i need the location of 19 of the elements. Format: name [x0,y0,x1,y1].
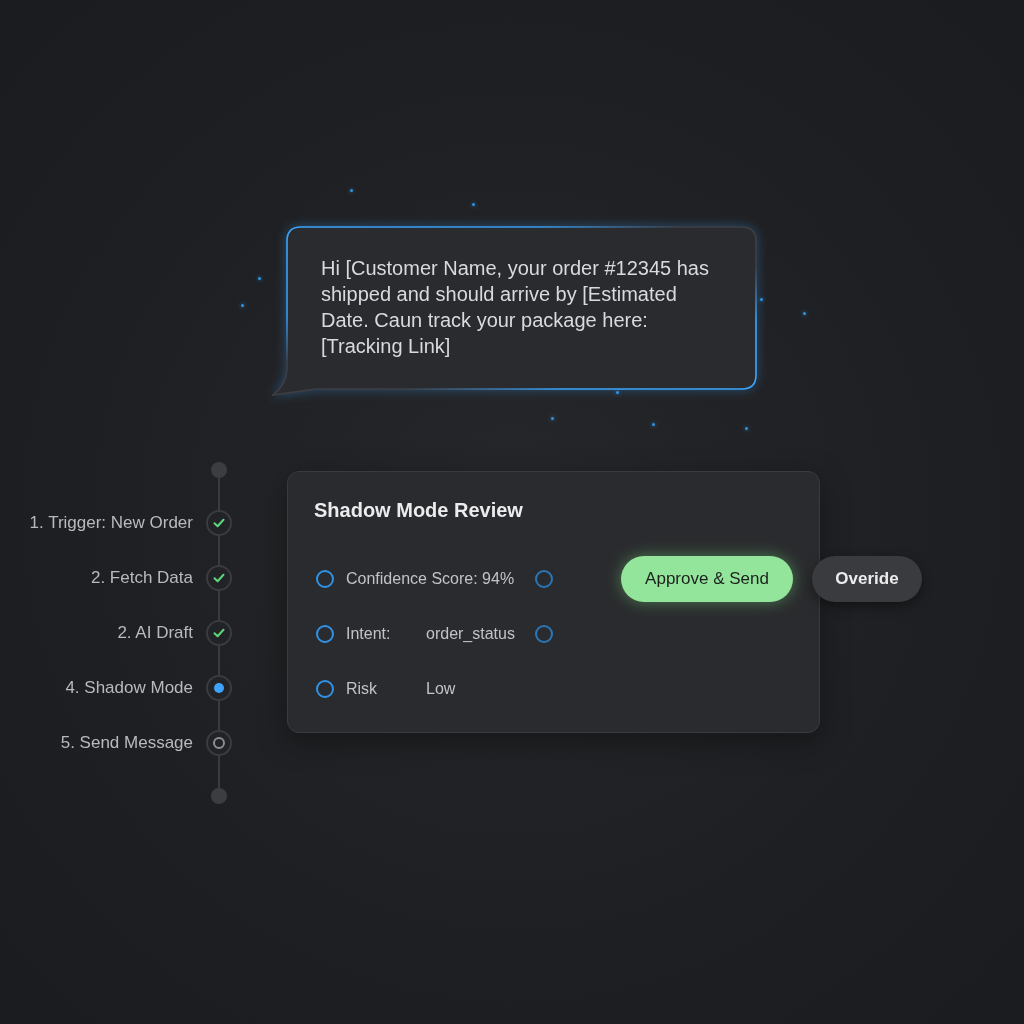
ring-icon [316,680,334,698]
step-label: 2. Fetch Data [90,567,193,588]
row-label: Risk [346,679,379,699]
primary-button[interactable]: Approve & Send [621,556,793,602]
timeline-end-icon [211,461,227,478]
ring-icon [316,570,334,588]
row-value: Low [426,679,457,699]
ring-icon [316,625,334,643]
row-label: Confidence Score: 94% [346,569,516,589]
secondary-button[interactable]: Overide [812,556,922,602]
row-value: order_status [426,624,516,644]
timeline-end-icon [211,787,227,804]
message-text: Hi [Customer Name, your order #12345 has shipped and should arrive by [Estimated Date. Caun track your package here: [Tracking Link] [321,256,710,359]
step-label: 5. Send Message [60,732,193,753]
step-label: 1. Trigger: New Order [29,512,193,533]
step-label: 2. AI Draft [117,622,193,643]
step-label: 4. Shadow Mode [65,677,193,698]
card-title: Shadow Mode Review [314,498,523,522]
row-label: Intent: [346,624,392,644]
